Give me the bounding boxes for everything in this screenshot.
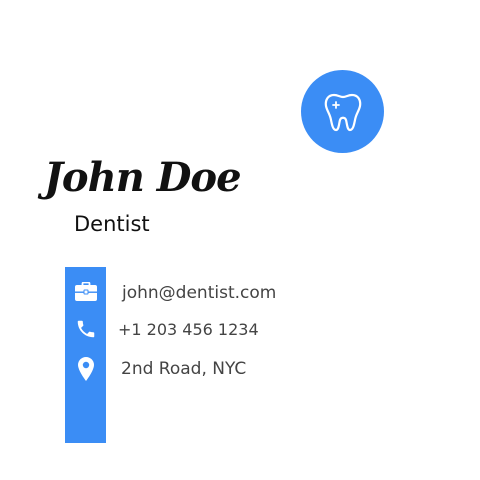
person-name: John Doe — [44, 154, 242, 201]
email-text[interactable]: john@dentist.com — [122, 283, 276, 303]
location-pin-icon — [65, 355, 106, 383]
job-title: Dentist — [74, 212, 150, 236]
address-text: 2nd Road, NYC — [121, 359, 247, 379]
business-card: John Doe Dentist john@dentist.com +1 203… — [0, 0, 480, 480]
briefcase-icon — [65, 281, 106, 303]
phone-text[interactable]: +1 203 456 1234 — [118, 320, 259, 339]
tooth-icon — [324, 93, 361, 131]
logo-badge — [301, 70, 384, 153]
phone-icon — [65, 317, 106, 341]
